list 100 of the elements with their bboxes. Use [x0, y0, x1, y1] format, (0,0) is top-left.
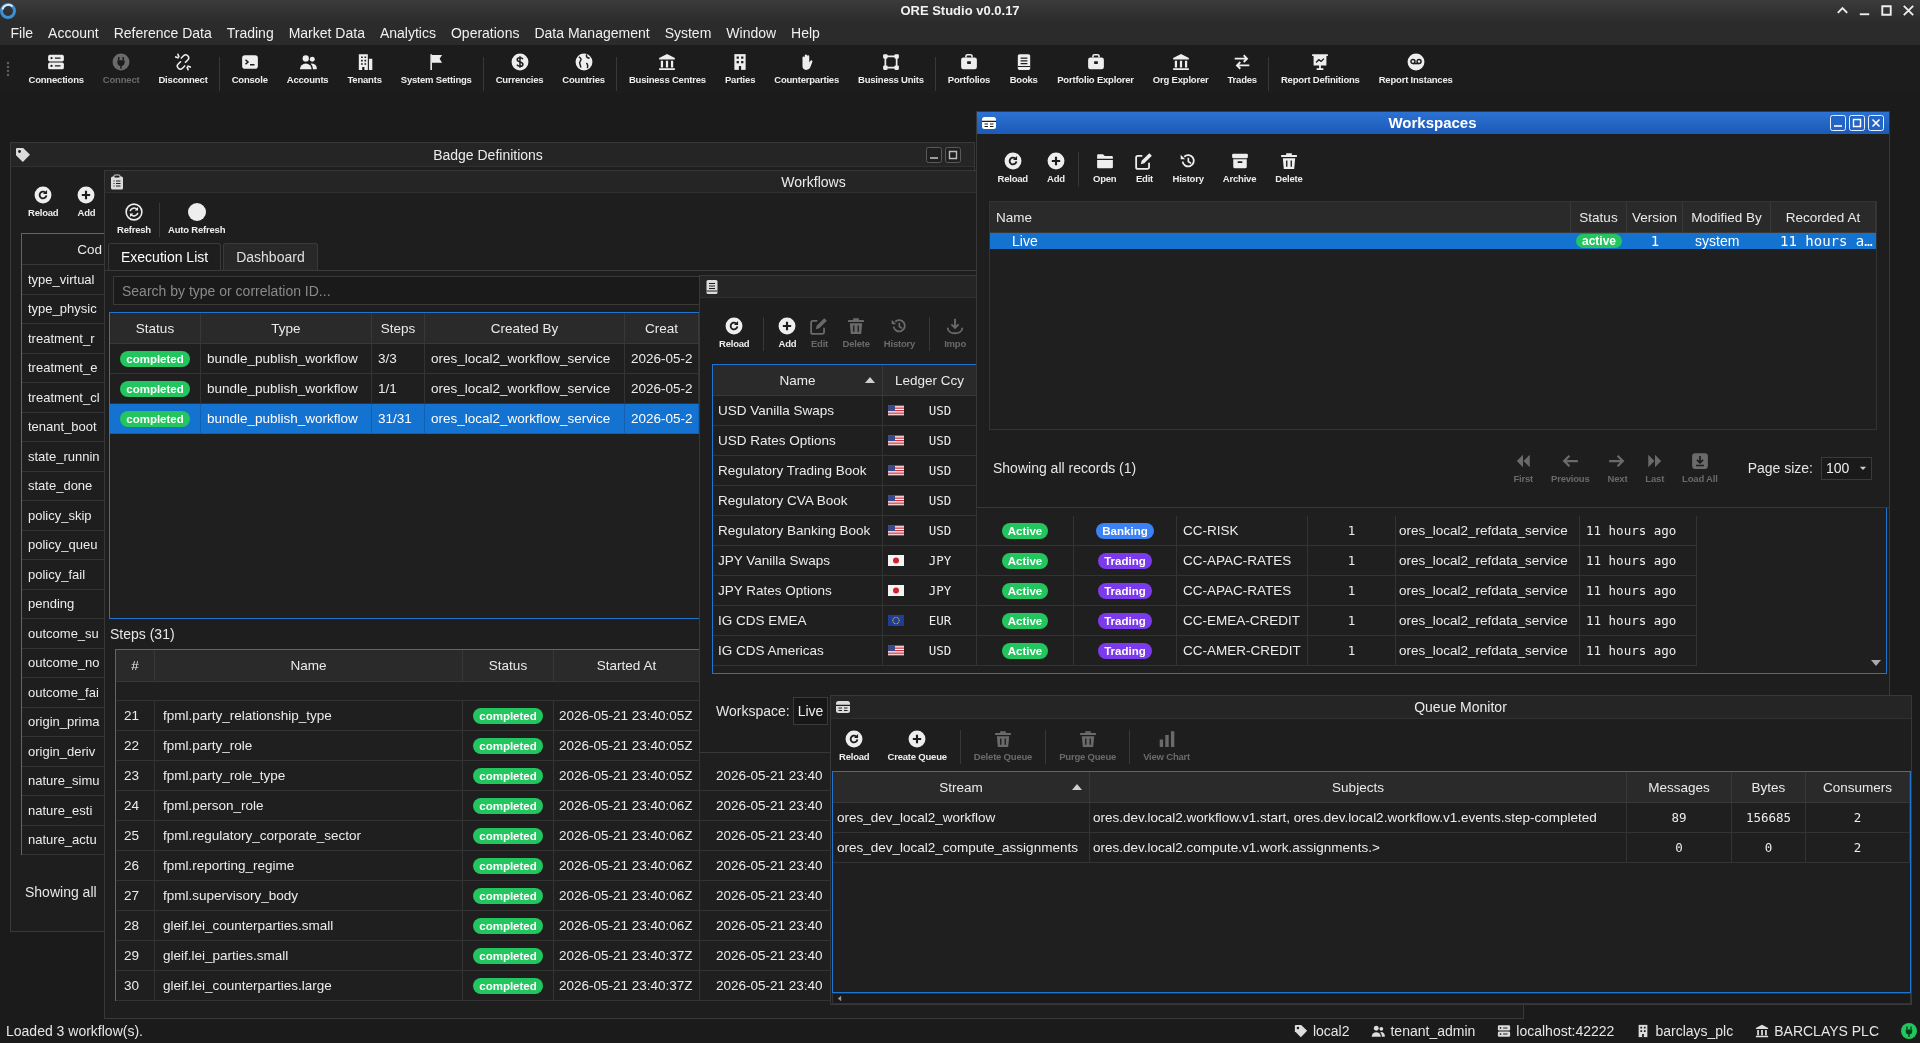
toolbar-button[interactable]: Portfolio Explorer — [1047, 53, 1144, 86]
toolbar-button[interactable]: Parties — [715, 53, 765, 86]
workspace-field[interactable]: Live — [792, 697, 829, 725]
scroll-left-arrow-icon[interactable] — [835, 994, 844, 1003]
plus-circle-icon[interactable] — [908, 730, 927, 748]
toolbar-button[interactable]: Business Centres — [619, 53, 716, 86]
menu-item[interactable]: Operations — [443, 22, 527, 44]
close-icon[interactable] — [1901, 3, 1916, 18]
minimize-icon[interactable] — [926, 146, 942, 163]
toolbar-button[interactable]: Accounts — [277, 53, 338, 86]
broken-link-icon[interactable] — [174, 53, 193, 71]
column-header[interactable]: Status — [463, 650, 554, 682]
menu-item[interactable]: Analytics — [372, 22, 444, 44]
table-cell-text: Live — [1011, 233, 1039, 249]
search-field[interactable]: Search by type or correlation ID... — [113, 276, 700, 305]
toolbar-button[interactable]: System Settings — [391, 53, 482, 86]
menu-item[interactable]: Market Data — [281, 22, 373, 44]
toolbar-button[interactable]: Open — [1083, 152, 1126, 185]
chart-board-icon[interactable] — [1311, 53, 1330, 71]
menu-item[interactable]: Help — [783, 22, 828, 44]
columned-building-icon[interactable] — [1171, 53, 1190, 71]
toolbar-button[interactable]: Report Instances — [1369, 53, 1463, 86]
toolbar-button[interactable]: Business Units — [848, 53, 934, 86]
circle-icon[interactable] — [187, 203, 206, 221]
toolbar-button[interactable]: Reload — [712, 317, 757, 350]
toolbar-button[interactable]: Countries — [552, 53, 615, 86]
toolbar-button[interactable]: Create Queue — [882, 730, 952, 763]
toolbar-button[interactable]: Auto Refresh — [160, 203, 234, 236]
toolbar-button[interactable]: Add — [771, 317, 804, 350]
status-message: Loaded 3 workflow(s). — [6, 1023, 143, 1039]
toolbar-button[interactable]: Org Explorer — [1143, 53, 1218, 86]
tab[interactable]: Dashboard — [223, 243, 318, 270]
toolbar-button[interactable]: Add — [1037, 152, 1075, 185]
menu-item[interactable]: Window — [718, 22, 784, 44]
toolbar-button[interactable]: Report Definitions — [1271, 53, 1370, 86]
column-header[interactable]: Name — [713, 365, 883, 396]
table-row[interactable]: completed bundle_publish_workflow 31/31 ores_local2_workflow_service 2026-05-2 — [110, 404, 699, 434]
menu-item[interactable]: Trading — [219, 22, 282, 44]
globe-icon[interactable] — [574, 53, 593, 71]
square-nodes-icon[interactable] — [881, 53, 900, 71]
close-icon[interactable] — [1868, 114, 1884, 131]
menu-item[interactable]: Reference Data — [106, 22, 220, 44]
table-row[interactable]: completed bundle_publish_workflow 3/3 ores_local2_workflow_service 2026-05-2 — [110, 344, 699, 374]
toolbar-button[interactable]: Disconnect — [148, 53, 218, 86]
column-header[interactable]: Consumers — [1806, 772, 1910, 803]
clock-arrow-icon[interactable] — [1179, 152, 1198, 170]
briefcase-icon[interactable] — [1086, 53, 1105, 71]
toolbar-button[interactable]: Trades — [1218, 53, 1267, 86]
menu-item[interactable]: Account — [40, 22, 107, 44]
column-header[interactable]: Stream — [833, 772, 1090, 803]
page-size-dropdown[interactable]: 100 — [1821, 456, 1872, 480]
toolbar-button[interactable]: Portfolios — [938, 53, 1000, 86]
menu-item[interactable]: Data Management — [526, 22, 658, 44]
column-header[interactable]: Messages — [1627, 772, 1732, 803]
toolbar-button[interactable]: History — [1162, 152, 1214, 185]
table-row[interactable]: Live active 1 system 11 hours a… — [990, 233, 1876, 249]
toolbar-button[interactable]: Reload — [26, 186, 61, 219]
folder-icon[interactable] — [1095, 152, 1114, 170]
column-header[interactable]: Status — [110, 313, 201, 344]
toolbar-button[interactable]: Add — [75, 186, 98, 219]
dollar-coin-icon[interactable] — [510, 53, 529, 71]
toolbar-button[interactable]: Counterparties — [764, 53, 849, 86]
trash-icon[interactable] — [1279, 152, 1298, 170]
column-header[interactable]: Steps — [372, 313, 425, 344]
briefcase-icon[interactable] — [960, 53, 979, 71]
toolbar-button[interactable]: Reload — [834, 730, 875, 763]
toolbar-button[interactable]: Books — [999, 53, 1048, 86]
cassette-icon[interactable] — [1406, 53, 1425, 71]
circled-arrows-icon[interactable] — [125, 203, 143, 221]
column-header[interactable]: Name — [155, 650, 463, 682]
terminal-icon[interactable] — [240, 53, 259, 71]
column-header[interactable]: # — [116, 650, 155, 682]
toolbar-button[interactable]: Connections — [19, 53, 94, 86]
column-header[interactable]: Bytes — [1732, 772, 1806, 803]
column-header[interactable]: Created By — [425, 313, 625, 344]
column-header[interactable]: Subjects — [1090, 772, 1627, 803]
toolbar-button[interactable]: Delete — [1265, 152, 1313, 185]
toolbar-button[interactable]: Reload — [988, 152, 1038, 185]
plus-circle-icon[interactable] — [77, 186, 96, 204]
users-icon[interactable] — [298, 53, 317, 71]
toolbar-button[interactable]: Tenants — [337, 53, 392, 86]
plus-circle-icon[interactable] — [778, 317, 797, 335]
toolbar-button[interactable]: Edit — [1125, 152, 1163, 185]
pencil-square-icon[interactable] — [1135, 152, 1154, 170]
tab[interactable]: Execution List — [108, 243, 222, 270]
menu-item[interactable]: System — [657, 22, 719, 44]
toolbar-button[interactable]: Archive — [1213, 152, 1266, 185]
server-stack-icon[interactable] — [47, 53, 66, 71]
toolbar-button[interactable]: Refresh — [109, 203, 159, 236]
columned-building-icon[interactable] — [658, 53, 677, 71]
toolbar-button[interactable]: Currencies — [486, 53, 553, 86]
plus-circle-icon[interactable] — [1047, 152, 1065, 170]
swap-arrows-icon[interactable] — [1233, 53, 1252, 71]
maximize-icon[interactable] — [945, 146, 961, 163]
archive-box-icon[interactable] — [1230, 152, 1249, 170]
maximize-icon[interactable] — [1879, 3, 1894, 18]
status-badge: completed — [473, 737, 543, 754]
toolbar-button[interactable]: Console — [222, 53, 278, 86]
menu-item[interactable]: File — [3, 22, 41, 44]
column-header[interactable]: Type — [201, 313, 372, 344]
